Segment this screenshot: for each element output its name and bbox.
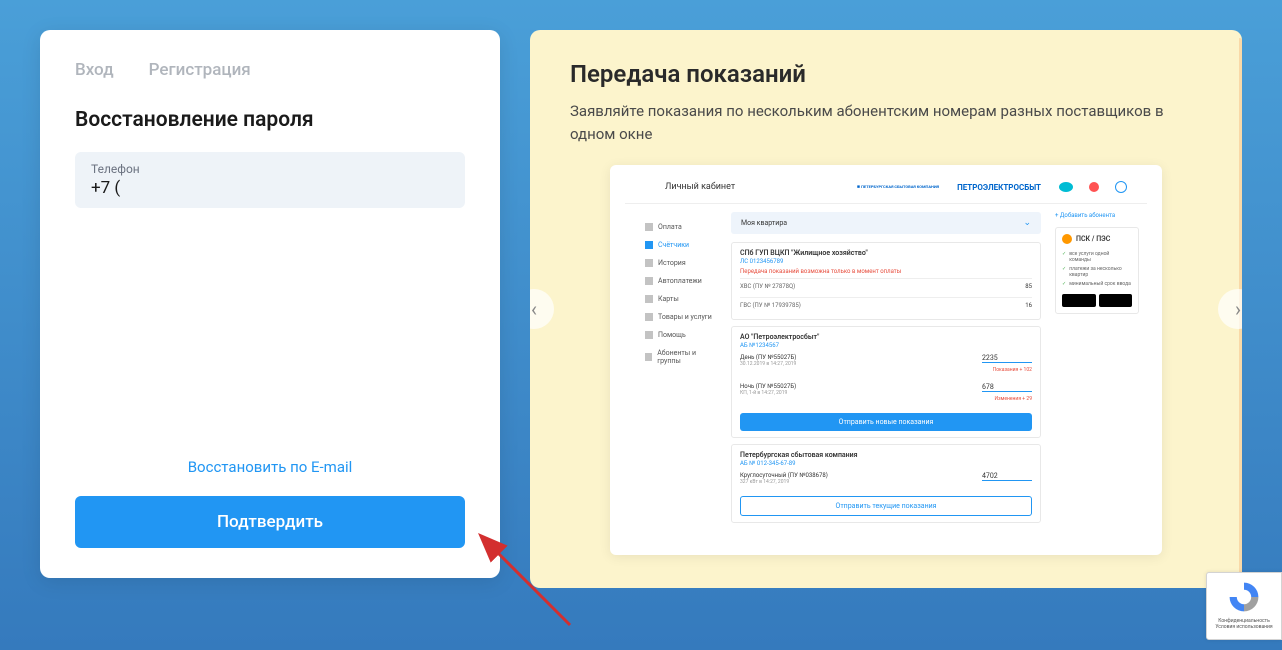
brand-logo-psk: ■ ПЕТЕРБУРГСКАЯ СБЫТОВАЯ КОМПАНИЯ (857, 185, 939, 190)
preview-cabinet-title: Личный кабинет (665, 182, 735, 192)
preview-brand-logos: ■ ПЕТЕРБУРГСКАЯ СБЫТОВАЯ КОМПАНИЯ ПЕТРОЭ… (857, 181, 1127, 193)
preview-supplier-block: Петербургская сбытовая компания АБ № 012… (731, 444, 1041, 523)
tab-login[interactable]: Вход (75, 60, 114, 80)
preview-header: Личный кабинет ■ ПЕТЕРБУРГСКАЯ СБЫТОВАЯ … (625, 175, 1147, 204)
tab-register[interactable]: Регистрация (149, 60, 251, 80)
sidebar-item: Товары и услуги (645, 308, 715, 326)
carousel-next-button[interactable]: › (1218, 289, 1242, 329)
preview-apartment-dropdown: Моя квартира⌄ (731, 212, 1041, 234)
sidebar-item: Оплата (645, 218, 715, 236)
carousel-prev-button[interactable]: ‹ (530, 289, 554, 329)
password-recovery-card: Вход Регистрация Восстановление пароля Т… (40, 30, 500, 578)
preview-sidebar: Оплата Счётчики История Автоплатежи Карт… (625, 212, 725, 529)
preview-right-column: + Добавить абонента ПСК / ПЭС ✓все услуг… (1047, 212, 1147, 529)
app-preview-screenshot: Личный кабинет ■ ПЕТЕРБУРГСКАЯ СБЫТОВАЯ … (610, 165, 1162, 555)
preview-supplier-block: СПб ГУП ВЦКП "Жилищное хозяйство" ЛС 012… (731, 242, 1041, 320)
preview-send-button: Отправить новые показания (740, 413, 1032, 431)
brand-logo-pes: ПЕТРОЭЛЕКТРОСБЫТ (957, 183, 1041, 192)
chevron-down-icon: ⌄ (1023, 218, 1031, 228)
preview-supplier-block: АО "Петроэлектросбыт" АБ №1234567 2235 Д… (731, 326, 1041, 438)
notification-icon (1089, 182, 1099, 192)
promo-title: Передача показаний (570, 60, 1202, 88)
form-title: Восстановление пароля (75, 108, 465, 132)
preview-promo-box: ПСК / ПЭС ✓все услуги одной команды ✓пла… (1055, 227, 1139, 314)
preview-main: Моя квартира⌄ СПб ГУП ВЦКП "Жилищное хоз… (725, 212, 1047, 529)
recaptcha-terms-text: Условия использования (1213, 624, 1275, 630)
confirm-button[interactable]: Подтвердить (75, 496, 465, 548)
auth-tabs: Вход Регистрация (75, 60, 465, 80)
promo-card: ‹ › Передача показаний Заявляйте показан… (530, 30, 1242, 588)
sidebar-item: Счётчики (645, 236, 715, 254)
promo-description: Заявляйте показания по нескольким абонен… (570, 100, 1202, 145)
phone-field[interactable]: +7 ( (91, 178, 449, 198)
sidebar-item: История (645, 254, 715, 272)
user-icon (1115, 181, 1127, 193)
brand-dot-icon (1062, 234, 1072, 244)
eye-icon (1059, 182, 1073, 192)
preview-send-outline-button: Отправить текущие показания (740, 496, 1032, 516)
phone-input-group[interactable]: Телефон +7 ( (75, 152, 465, 208)
google-play-badge (1099, 294, 1133, 307)
recaptcha-badge[interactable]: Конфиденциальность Условия использования (1206, 572, 1282, 640)
sidebar-item: Автоплатежи (645, 272, 715, 290)
recaptcha-icon (1226, 579, 1262, 615)
phone-label: Телефон (91, 162, 449, 176)
sidebar-item: Абоненты и группы (645, 344, 715, 370)
sidebar-item: Помощь (645, 326, 715, 344)
sidebar-item: Карты (645, 290, 715, 308)
app-store-badge (1062, 294, 1096, 307)
preview-add-subscriber: + Добавить абонента (1055, 212, 1139, 219)
recover-by-email-link[interactable]: Восстановить по E-mail (75, 458, 465, 476)
